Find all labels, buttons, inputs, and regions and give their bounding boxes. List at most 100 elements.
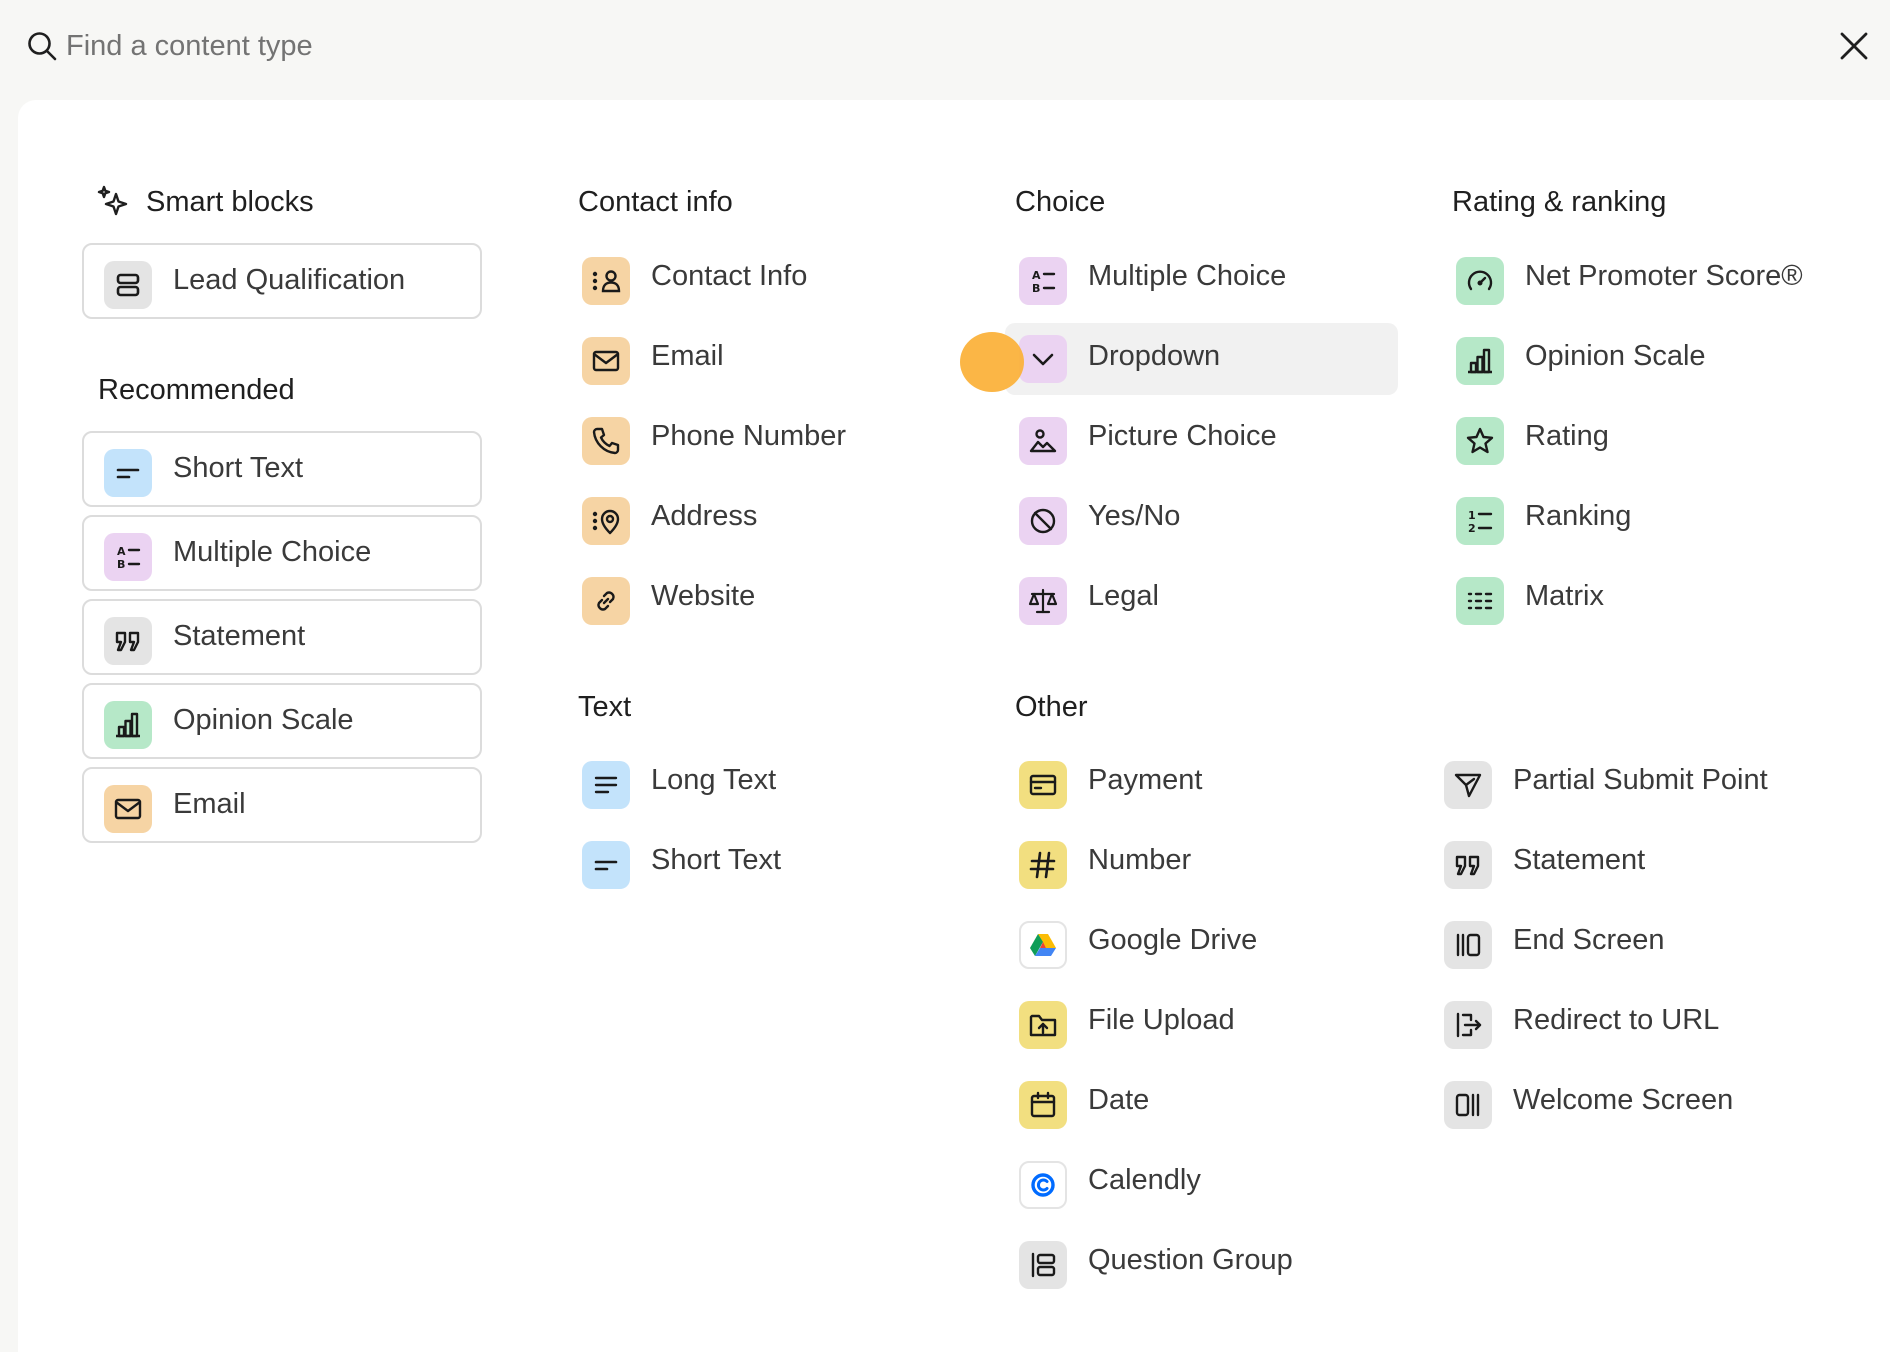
svg-text:A: A <box>1032 269 1041 282</box>
item-label: File Upload <box>1088 1004 1235 1036</box>
item-short-text[interactable]: Short Text <box>582 825 962 901</box>
item-ranking[interactable]: 1 2 Ranking <box>1456 481 1876 557</box>
item-label: Welcome Screen <box>1513 1084 1734 1116</box>
item-label: Number <box>1088 844 1192 876</box>
item-long-text[interactable]: Long Text <box>582 745 962 821</box>
phone-icon <box>582 417 630 465</box>
item-label: Phone Number <box>651 420 847 452</box>
item-label: Legal <box>1088 580 1159 612</box>
item-google-drive[interactable]: Google Drive <box>1019 905 1399 981</box>
smart-blocks-heading: Smart blocks <box>146 186 314 218</box>
item-label: Date <box>1088 1084 1150 1116</box>
item-calendly[interactable]: Calendly <box>1019 1145 1399 1221</box>
item-phone-number[interactable]: Phone Number <box>582 401 962 477</box>
recommended-statement[interactable]: Statement <box>82 599 482 675</box>
item-yes-no[interactable]: Yes/No <box>1019 481 1399 557</box>
item-label: Contact Info <box>651 260 808 292</box>
item-picture-choice[interactable]: Picture Choice <box>1019 401 1399 477</box>
rating-ranking-heading: Rating & ranking <box>1452 186 1667 218</box>
item-redirect-to-url[interactable]: Redirect to URL <box>1444 985 1874 1061</box>
item-rating[interactable]: Rating <box>1456 401 1876 477</box>
item-welcome-screen[interactable]: Welcome Screen <box>1444 1065 1874 1141</box>
matrix-icon <box>1456 577 1504 625</box>
item-label: Matrix <box>1525 580 1604 612</box>
item-label: Google Drive <box>1088 924 1258 956</box>
contact-card-icon <box>582 257 630 305</box>
other-heading: Other <box>1015 691 1088 723</box>
recommended-multiple-choice[interactable]: A B Multiple Choice <box>82 515 482 591</box>
item-label: Email <box>651 340 724 372</box>
link-icon <box>582 577 630 625</box>
card-label: Email <box>173 788 246 820</box>
item-contact-info[interactable]: Contact Info <box>582 241 962 317</box>
item-label: Payment <box>1088 764 1203 796</box>
item-statement[interactable]: Statement <box>1444 825 1874 901</box>
recommended-opinion-scale[interactable]: Opinion Scale <box>82 683 482 759</box>
item-label: Opinion Scale <box>1525 340 1706 372</box>
item-label: Question Group <box>1088 1244 1293 1276</box>
yes-no-icon <box>1019 497 1067 545</box>
item-net-promoter-score[interactable]: Net Promoter Score® <box>1456 241 1876 317</box>
ranking-icon: 1 2 <box>1456 497 1504 545</box>
close-icon[interactable] <box>1836 28 1872 64</box>
gauge-icon <box>1456 257 1504 305</box>
stack-icon <box>104 261 152 309</box>
lead-qualification-card[interactable]: Lead Qualification <box>82 243 482 319</box>
calendly-icon <box>1019 1161 1067 1209</box>
card-label: Lead Qualification <box>173 264 406 296</box>
search-input[interactable] <box>66 24 966 68</box>
item-label: End Screen <box>1513 924 1665 956</box>
item-label: Calendly <box>1088 1164 1201 1196</box>
item-dropdown[interactable]: Dropdown <box>1005 323 1398 395</box>
item-question-group[interactable]: Question Group <box>1019 1225 1399 1301</box>
card-label: Short Text <box>173 452 304 484</box>
folder-upload-icon <box>1019 1001 1067 1049</box>
star-icon <box>1456 417 1504 465</box>
item-email[interactable]: Email <box>582 321 962 397</box>
item-end-screen[interactable]: End Screen <box>1444 905 1874 981</box>
calendar-icon <box>1019 1081 1067 1129</box>
item-date[interactable]: Date <box>1019 1065 1399 1141</box>
item-label: Statement <box>1513 844 1646 876</box>
item-label: Net Promoter Score® <box>1525 260 1803 292</box>
item-file-upload[interactable]: File Upload <box>1019 985 1399 1061</box>
envelope-icon <box>582 337 630 385</box>
recommended-heading: Recommended <box>98 374 295 406</box>
redirect-icon <box>1444 1001 1492 1049</box>
item-payment[interactable]: Payment <box>1019 745 1399 821</box>
short-text-icon <box>582 841 630 889</box>
svg-text:A: A <box>117 545 126 558</box>
recommended-short-text[interactable]: Short Text <box>82 431 482 507</box>
short-text-icon <box>104 449 152 497</box>
item-label: Picture Choice <box>1088 420 1277 452</box>
card-label: Statement <box>173 620 306 652</box>
item-legal[interactable]: Legal <box>1019 561 1399 637</box>
recommended-email[interactable]: Email <box>82 767 482 843</box>
item-multiple-choice[interactable]: A B Multiple Choice <box>1019 241 1399 317</box>
location-pin-icon <box>582 497 630 545</box>
item-matrix[interactable]: Matrix <box>1456 561 1876 637</box>
choice-heading: Choice <box>1015 186 1106 218</box>
item-number[interactable]: Number <box>1019 825 1399 901</box>
item-label: Website <box>651 580 756 612</box>
item-label: Ranking <box>1525 500 1632 532</box>
item-opinion-scale[interactable]: Opinion Scale <box>1456 321 1876 397</box>
svg-text:B: B <box>1032 282 1040 295</box>
item-label: Partial Submit Point <box>1513 764 1768 796</box>
item-label: Short Text <box>651 844 782 876</box>
credit-card-icon <box>1019 761 1067 809</box>
send-icon <box>1444 761 1492 809</box>
item-website[interactable]: Website <box>582 561 962 637</box>
item-label: Rating <box>1525 420 1609 452</box>
item-address[interactable]: Address <box>582 481 962 557</box>
svg-text:1: 1 <box>1468 509 1476 522</box>
item-label: Address <box>651 500 758 532</box>
multiple-choice-icon: A B <box>104 533 152 581</box>
card-label: Multiple Choice <box>173 536 372 568</box>
card-label: Opinion Scale <box>173 704 354 736</box>
envelope-icon <box>104 785 152 833</box>
item-label: Multiple Choice <box>1088 260 1287 292</box>
question-group-icon <box>1019 1241 1067 1289</box>
google-drive-icon <box>1019 921 1067 969</box>
item-partial-submit-point[interactable]: Partial Submit Point <box>1444 745 1874 821</box>
